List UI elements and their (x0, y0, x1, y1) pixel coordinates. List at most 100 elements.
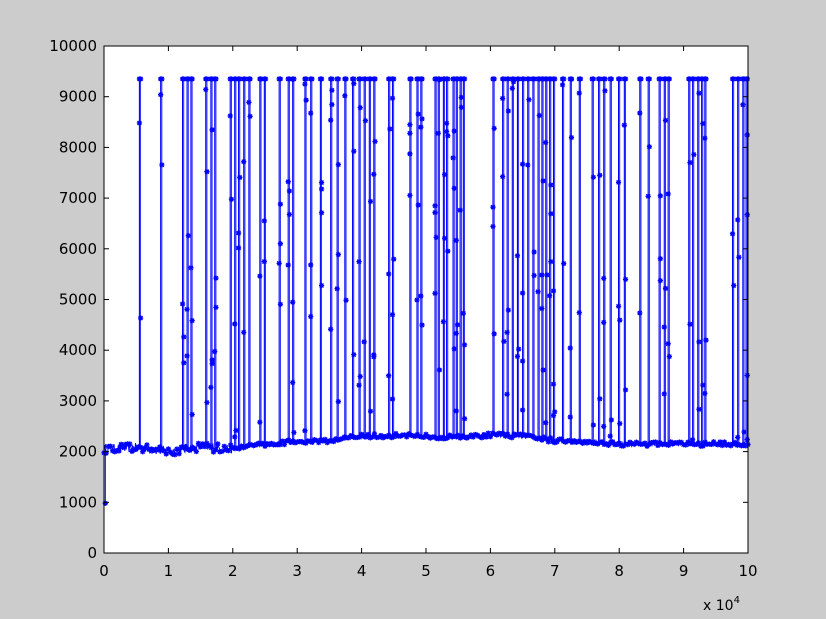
figure: 0 1 2 3 4 5 6 7 8 9 10 0 1000 2000 3000 4000 5000 6000 700… (49, 37, 757, 614)
spike-marker (328, 117, 334, 123)
spike-marker (432, 203, 438, 209)
spike-marker (744, 372, 750, 378)
spike-peak-marker (351, 76, 357, 82)
spike-marker (290, 299, 296, 305)
spike-marker (386, 271, 392, 277)
spike-marker (235, 230, 242, 236)
x-tick-label: 7 (550, 562, 560, 580)
spike-marker (453, 330, 459, 336)
spike-marker (504, 329, 510, 336)
spike-marker (514, 353, 521, 360)
spike-marker (362, 118, 368, 124)
y-tick-label: 8000 (59, 138, 97, 156)
spike-marker (418, 293, 424, 299)
spike-peak-marker (309, 76, 315, 82)
spike-marker (227, 113, 233, 119)
spike-marker (567, 345, 573, 351)
spike-peak-marker (159, 76, 165, 82)
spike-peak-marker (262, 76, 269, 82)
spike-marker (729, 231, 736, 237)
spike-marker (407, 192, 413, 199)
spike-marker (419, 322, 425, 328)
spike-marker (539, 305, 545, 312)
spike-marker (645, 193, 651, 199)
spike-marker (291, 429, 297, 436)
spike-peak-marker (138, 76, 144, 82)
spike-marker (357, 373, 363, 380)
spike-marker (602, 88, 608, 94)
spike-marker (308, 110, 314, 116)
spike-marker (657, 193, 663, 199)
spike-marker (343, 297, 349, 303)
spike-marker (622, 387, 629, 393)
spike-marker (550, 288, 557, 294)
spike-marker (601, 319, 607, 326)
spike-marker (407, 151, 413, 157)
spike-marker (531, 272, 537, 279)
spike-marker (525, 162, 531, 168)
spike-marker (329, 101, 335, 108)
spike-marker (241, 329, 247, 335)
spike-marker (407, 130, 413, 136)
spike-marker (559, 82, 566, 88)
spike-marker (329, 87, 335, 93)
spike-peak-marker (461, 76, 468, 82)
spike-marker (735, 434, 741, 440)
spike-marker (232, 321, 238, 327)
spike-marker (277, 301, 283, 307)
spike-marker (550, 381, 557, 387)
spike-marker (736, 254, 742, 260)
spike-marker (453, 408, 459, 414)
spike-marker (590, 174, 596, 180)
spike-marker (277, 241, 283, 247)
x-exponent-base: x 10 (703, 598, 734, 614)
spike-marker (440, 319, 446, 325)
spike-marker (361, 339, 367, 345)
spike-peak-marker (419, 76, 425, 82)
y-tick-label: 3000 (59, 392, 97, 410)
spike-marker (212, 348, 218, 355)
spike-marker (235, 245, 242, 251)
axes-background (104, 46, 748, 553)
spike-marker (500, 95, 506, 102)
spike-marker (371, 354, 377, 360)
spike-marker (351, 352, 357, 358)
spike-marker (419, 116, 425, 122)
spike-marker (544, 272, 550, 278)
x-tick-label: 9 (679, 562, 689, 580)
spike-marker (181, 360, 187, 366)
x-tick-label: 4 (357, 562, 367, 580)
spike-marker (237, 174, 243, 181)
spike-marker (357, 105, 363, 111)
spike-marker (510, 79, 517, 85)
spike-marker (504, 391, 510, 397)
y-tick-label: 6000 (59, 240, 97, 258)
spike-marker (696, 339, 702, 345)
spike-marker (257, 419, 263, 425)
spike-marker (303, 97, 309, 103)
spike-marker (179, 301, 186, 307)
spike-marker (621, 122, 627, 128)
spike-marker (561, 260, 567, 267)
spike-marker (744, 437, 750, 443)
spike-marker (505, 108, 511, 114)
spike-marker (702, 390, 708, 397)
spike-marker (526, 97, 532, 103)
spike-marker (696, 406, 702, 412)
spike-marker (505, 307, 511, 313)
spike-peak-marker (247, 76, 253, 82)
spike-marker (501, 338, 507, 345)
spike-marker (386, 373, 392, 379)
spike-marker (351, 80, 357, 87)
spike-marker (662, 117, 669, 123)
spike-marker (601, 423, 607, 430)
spike-peak-marker (622, 76, 629, 82)
spike-marker (637, 110, 643, 116)
spike-marker (597, 396, 603, 402)
start-outlier-marker (102, 500, 108, 506)
y-tick-label: 2000 (59, 443, 97, 461)
spike-marker (277, 201, 283, 207)
x-exponent-label: x 104 (703, 595, 740, 614)
spike-marker (184, 353, 190, 359)
spike-peak-marker (491, 76, 497, 82)
